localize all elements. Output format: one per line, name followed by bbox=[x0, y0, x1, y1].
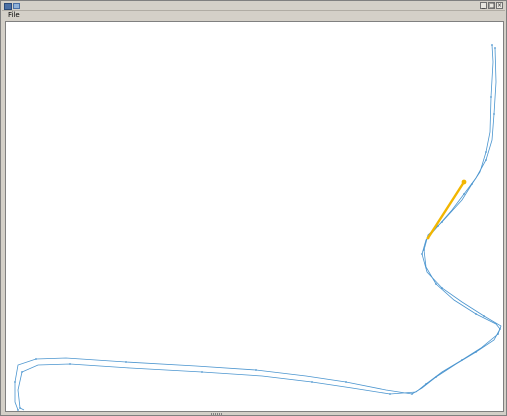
route-point[interactable] bbox=[471, 183, 473, 185]
route-points bbox=[14, 44, 501, 411]
route-point[interactable] bbox=[441, 287, 443, 289]
route-point[interactable] bbox=[389, 393, 391, 395]
title-bar[interactable]: _ □ × bbox=[2, 2, 505, 11]
maximize-button[interactable]: □ bbox=[488, 2, 495, 9]
close-icon: × bbox=[497, 2, 503, 9]
route-point[interactable] bbox=[35, 358, 37, 360]
route-point[interactable] bbox=[494, 47, 496, 49]
route-point[interactable] bbox=[17, 409, 19, 411]
selected-segment[interactable] bbox=[426, 179, 467, 240]
selected-segment-startpoint[interactable] bbox=[426, 236, 430, 240]
route-point[interactable] bbox=[483, 315, 485, 317]
track-canvas[interactable] bbox=[5, 21, 504, 412]
menu-file[interactable]: File bbox=[8, 11, 20, 20]
route-point[interactable] bbox=[441, 221, 443, 223]
close-button[interactable]: × bbox=[496, 2, 503, 9]
app-icon[interactable] bbox=[4, 2, 22, 10]
selected-segment-line[interactable] bbox=[426, 181, 466, 239]
app-logo-icon bbox=[4, 2, 12, 10]
route-point[interactable] bbox=[491, 44, 493, 46]
route-point[interactable] bbox=[493, 113, 495, 115]
minimize-button[interactable]: _ bbox=[480, 2, 487, 9]
route-point[interactable] bbox=[411, 393, 413, 395]
route-point[interactable] bbox=[125, 361, 127, 363]
route-point[interactable] bbox=[69, 363, 71, 365]
route-point[interactable] bbox=[425, 383, 427, 385]
window-controls: _ □ × bbox=[480, 2, 503, 10]
route-track bbox=[14, 44, 502, 411]
resize-grip[interactable] bbox=[211, 413, 223, 415]
route-point[interactable] bbox=[21, 371, 23, 373]
selected-segment-endpoint[interactable] bbox=[461, 179, 467, 185]
app-window: _ □ × File bbox=[0, 0, 507, 416]
route-point[interactable] bbox=[435, 283, 437, 285]
route-point[interactable] bbox=[14, 381, 16, 383]
route-point[interactable] bbox=[435, 376, 437, 378]
route-point[interactable] bbox=[421, 253, 423, 255]
route-track-outer bbox=[14, 44, 501, 411]
route-point[interactable] bbox=[499, 328, 501, 330]
app-logo-secondary-icon bbox=[13, 3, 20, 9]
route-point[interactable] bbox=[485, 159, 487, 161]
menu-bar: File bbox=[2, 11, 505, 20]
route-point[interactable] bbox=[490, 96, 492, 98]
minimize-icon: _ bbox=[482, 2, 485, 9]
route-point[interactable] bbox=[461, 359, 463, 361]
route-point[interactable] bbox=[311, 381, 313, 383]
route-point[interactable] bbox=[475, 351, 477, 353]
route-plot bbox=[14, 44, 502, 411]
maximize-icon: □ bbox=[489, 2, 495, 9]
route-track-inner bbox=[17, 47, 502, 411]
route-point[interactable] bbox=[255, 369, 257, 371]
route-point[interactable] bbox=[19, 407, 21, 409]
route-point[interactable] bbox=[345, 381, 347, 383]
route-point[interactable] bbox=[497, 333, 499, 335]
route-point[interactable] bbox=[201, 371, 203, 373]
route-point[interactable] bbox=[423, 249, 425, 251]
route-point[interactable] bbox=[485, 151, 487, 153]
route-point[interactable] bbox=[463, 193, 465, 195]
route-point[interactable] bbox=[475, 313, 477, 315]
